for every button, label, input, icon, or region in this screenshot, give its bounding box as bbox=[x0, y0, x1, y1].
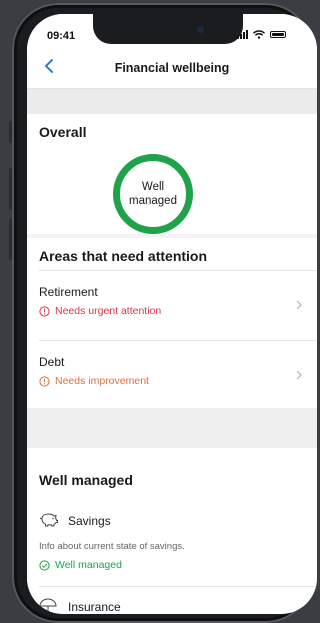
well-managed-item-savings[interactable]: Savings Info about current state of savi… bbox=[27, 500, 317, 584]
volume-up-button bbox=[9, 168, 12, 210]
check-circle-icon bbox=[39, 559, 50, 571]
section-spacer bbox=[27, 408, 317, 448]
umbrella-icon bbox=[39, 598, 57, 614]
well-managed-heading: Well managed bbox=[39, 472, 133, 488]
chevron-right-icon bbox=[296, 300, 302, 310]
status-time: 09:41 bbox=[47, 30, 76, 42]
attention-card: Areas that need attention Retirement Nee… bbox=[27, 238, 317, 408]
chevron-right-icon bbox=[296, 370, 302, 380]
navigation-bar: Financial wellbeing bbox=[27, 48, 317, 89]
divider bbox=[39, 270, 317, 271]
status-bar: 09:41 bbox=[27, 14, 317, 48]
divider bbox=[39, 340, 317, 341]
attention-item-retirement[interactable]: Retirement Needs urgent attention bbox=[27, 270, 317, 340]
item-info: Info about current state of savings. bbox=[39, 541, 185, 552]
piggy-bank-icon bbox=[39, 513, 58, 527]
item-status: Needs urgent attention bbox=[39, 305, 161, 317]
item-title: Insurance bbox=[68, 600, 121, 614]
notch bbox=[93, 14, 243, 44]
wifi-icon bbox=[253, 30, 265, 39]
status-icons bbox=[237, 30, 286, 39]
item-status: Needs improvement bbox=[39, 375, 149, 387]
well-managed-card: Well managed Savings Info about current … bbox=[27, 448, 317, 614]
volume-down-button bbox=[9, 218, 12, 260]
attention-heading: Areas that need attention bbox=[39, 248, 208, 264]
alert-circle-icon bbox=[39, 375, 50, 387]
battery-icon bbox=[270, 31, 286, 38]
attention-item-debt[interactable]: Debt Needs improvement bbox=[27, 340, 317, 408]
mute-switch bbox=[9, 121, 12, 143]
app-screen: 09:41 Financial wellbeing Overall Well m… bbox=[27, 14, 317, 614]
alert-circle-icon bbox=[39, 305, 50, 317]
section-spacer bbox=[27, 89, 317, 114]
item-status: Well managed bbox=[39, 559, 122, 571]
divider bbox=[39, 586, 317, 587]
item-title: Debt bbox=[39, 355, 65, 369]
cellular-signal-icon bbox=[237, 30, 248, 39]
overall-status-label: Well managed bbox=[129, 180, 177, 207]
item-title: Savings bbox=[68, 514, 111, 528]
page-title: Financial wellbeing bbox=[114, 61, 230, 75]
overall-heading: Overall bbox=[39, 124, 87, 140]
item-title: Retirement bbox=[39, 285, 98, 299]
camera-icon bbox=[197, 26, 204, 33]
well-managed-item-insurance[interactable]: Insurance bbox=[27, 586, 317, 614]
overall-card: Overall Well managed bbox=[27, 114, 317, 234]
